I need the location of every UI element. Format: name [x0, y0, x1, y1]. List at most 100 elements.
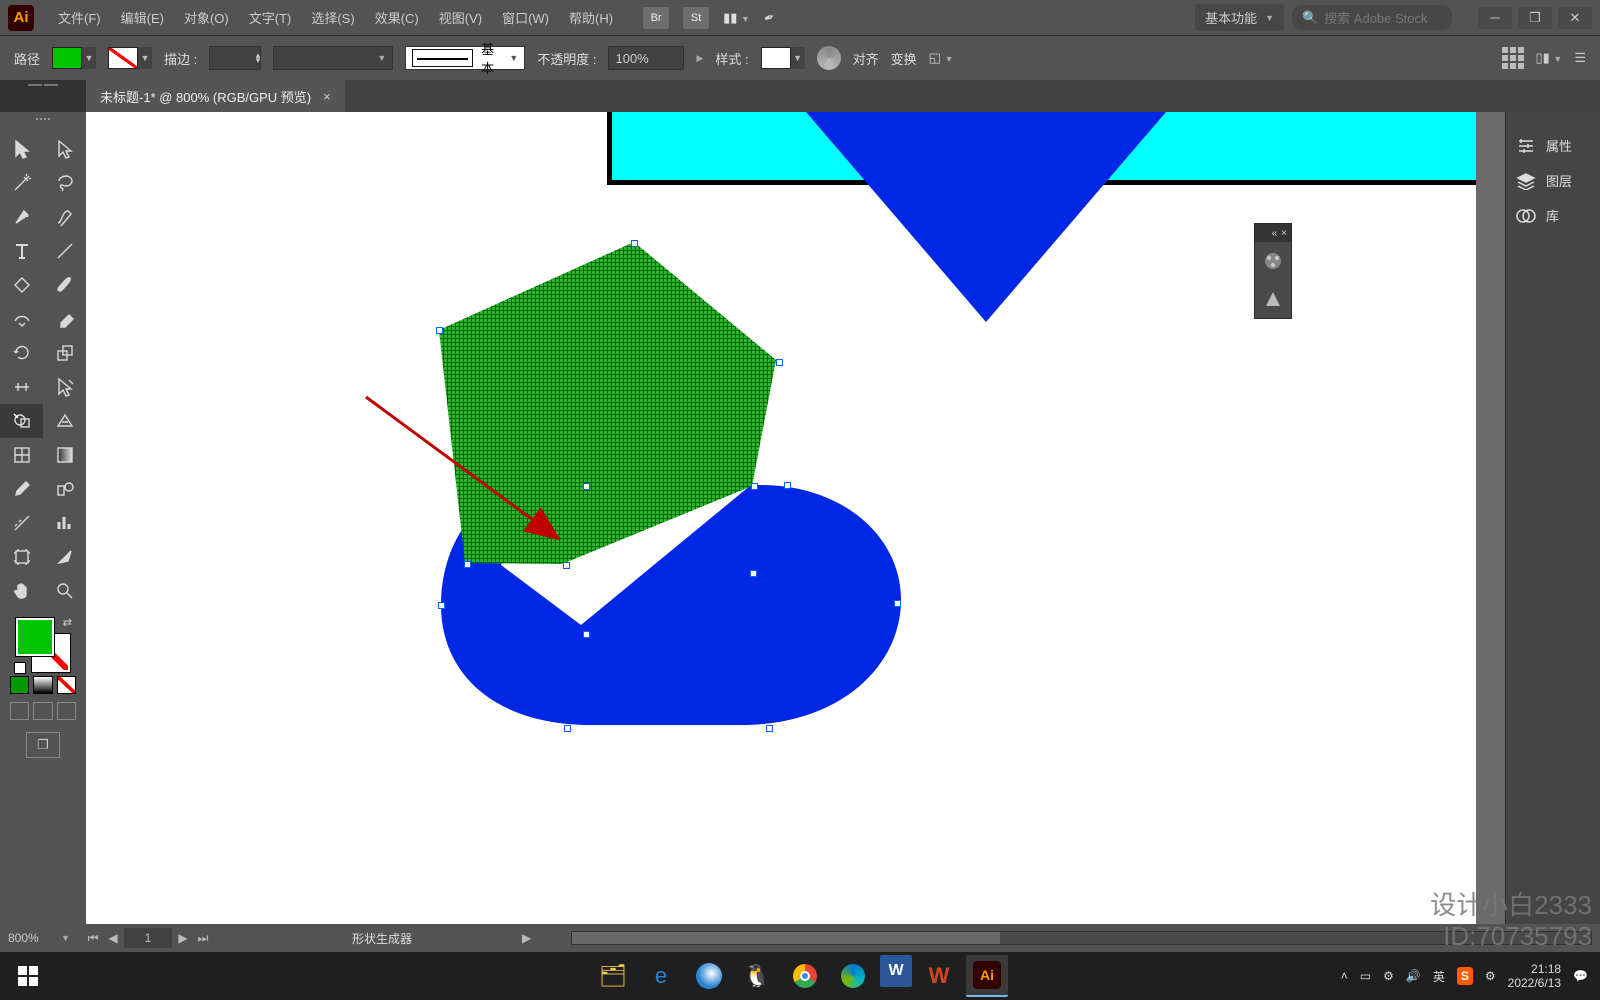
selection-handle[interactable]: [751, 483, 758, 490]
symbol-sprayer-tool[interactable]: [0, 506, 43, 540]
panel-collapse-icon[interactable]: «: [1272, 228, 1278, 239]
color-mode-gradient[interactable]: [33, 676, 52, 694]
first-artboard-icon[interactable]: ⏮: [84, 931, 102, 946]
opacity-slider-toggle[interactable]: ▶: [696, 53, 703, 64]
document-tab[interactable]: 未标题-1* @ 800% (RGB/GPU 预览) ×: [86, 80, 345, 112]
horizontal-scrollbar[interactable]: [571, 931, 1592, 945]
menu-type[interactable]: 文字(T): [241, 4, 300, 31]
prev-artboard-icon[interactable]: ◀: [104, 931, 122, 945]
zoom-level-field[interactable]: 800%▼: [0, 931, 78, 945]
tray-wifi-icon[interactable]: ⚙: [1383, 969, 1394, 983]
tray-ime-label[interactable]: 英: [1433, 968, 1445, 985]
selection-handle[interactable]: [583, 631, 590, 638]
blend-tool[interactable]: [43, 472, 86, 506]
draw-normal-icon[interactable]: [10, 702, 29, 720]
default-fill-stroke-icon[interactable]: [14, 662, 26, 674]
next-artboard-icon[interactable]: ▶: [174, 931, 192, 945]
libraries-panel-button[interactable]: 库: [1506, 198, 1600, 233]
floating-color-panel[interactable]: «×: [1254, 223, 1292, 319]
shape-options-icon[interactable]: ◱ ▼: [929, 50, 954, 66]
brush-definition[interactable]: 基本▼: [405, 46, 525, 70]
stroke-dropdown[interactable]: ▼: [138, 47, 152, 69]
selection-tool[interactable]: [0, 132, 43, 166]
swap-fill-stroke-icon[interactable]: ⇄: [63, 616, 72, 629]
align-label[interactable]: 对齐: [853, 49, 879, 68]
eyedropper-tool[interactable]: [0, 472, 43, 506]
close-tab-icon[interactable]: ×: [323, 89, 331, 104]
type-tool[interactable]: [0, 234, 43, 268]
perspective-grid-tool[interactable]: [43, 404, 86, 438]
stroke-weight-field[interactable]: ▴▾: [209, 46, 261, 70]
tray-battery-icon[interactable]: ▭: [1360, 969, 1371, 983]
selection-handle[interactable]: [436, 327, 443, 334]
shaper-tool[interactable]: [0, 302, 43, 336]
width-tool[interactable]: [0, 370, 43, 404]
fill-dropdown[interactable]: ▼: [82, 47, 96, 69]
recolor-artwork-icon[interactable]: [817, 46, 841, 70]
tray-sogou-icon[interactable]: S: [1457, 967, 1473, 985]
menu-effect[interactable]: 效果(C): [367, 4, 427, 31]
menu-help[interactable]: 帮助(H): [561, 4, 621, 31]
draw-inside-icon[interactable]: [57, 702, 76, 720]
gradient-tool[interactable]: [43, 438, 86, 472]
close-button[interactable]: ✕: [1558, 7, 1592, 29]
color-panel-icon[interactable]: [1255, 242, 1291, 280]
adobe-stock-search[interactable]: 🔍 搜索 Adobe Stock: [1292, 5, 1452, 30]
draw-behind-icon[interactable]: [33, 702, 52, 720]
pen-tool[interactable]: [0, 200, 43, 234]
opacity-field[interactable]: 100%: [608, 46, 684, 70]
transform-label[interactable]: 变换: [891, 49, 917, 68]
panel-close-icon[interactable]: ×: [1281, 228, 1287, 239]
color-mode-none[interactable]: [57, 676, 76, 694]
panel-grip[interactable]: ▸▸: [1506, 112, 1600, 128]
hand-tool[interactable]: [0, 574, 43, 608]
menu-select[interactable]: 选择(S): [303, 4, 362, 31]
tray-chevron-icon[interactable]: ˄: [1341, 969, 1348, 983]
tray-volume-icon[interactable]: 🔊: [1406, 969, 1421, 983]
selection-handle[interactable]: [766, 725, 773, 732]
artboard-number-field[interactable]: 1: [124, 928, 172, 948]
color-guide-icon[interactable]: [1255, 280, 1291, 318]
line-tool[interactable]: [43, 234, 86, 268]
menu-file[interactable]: 文件(F): [50, 4, 109, 31]
maximize-button[interactable]: ❐: [1518, 7, 1552, 29]
style-swatch[interactable]: [761, 47, 791, 69]
align-reference-icon[interactable]: [1502, 47, 1524, 69]
menu-view[interactable]: 视图(V): [431, 4, 490, 31]
selection-handle[interactable]: [776, 359, 783, 366]
isolate-mode-icon[interactable]: ▯▮ ▼: [1536, 50, 1563, 66]
menu-window[interactable]: 窗口(W): [494, 4, 557, 31]
taskbar-edge-legacy-icon[interactable]: e: [640, 955, 682, 997]
fill-stroke-control[interactable]: ⇄: [16, 618, 70, 672]
stock-button[interactable]: St: [683, 7, 709, 29]
column-graph-tool[interactable]: [43, 506, 86, 540]
shape-builder-tool[interactable]: [0, 404, 43, 438]
taskbar-explorer-icon[interactable]: 🗂: [592, 955, 634, 997]
free-transform-tool[interactable]: [43, 370, 86, 404]
properties-panel-button[interactable]: 属性: [1506, 128, 1600, 163]
menu-edit[interactable]: 编辑(E): [113, 4, 172, 31]
status-flyout-icon[interactable]: ▶: [522, 931, 531, 945]
minimize-button[interactable]: ─: [1478, 7, 1512, 29]
tray-notifications-icon[interactable]: 💬: [1573, 969, 1588, 983]
tray-settings-icon[interactable]: ⚙: [1485, 969, 1496, 983]
taskbar-illustrator-icon[interactable]: Ai: [966, 955, 1008, 997]
zoom-tool[interactable]: [43, 574, 86, 608]
paintbrush-tool[interactable]: [43, 268, 86, 302]
arrange-docs-button[interactable]: ▮▮ ▼: [723, 10, 750, 26]
taskbar-edge-icon[interactable]: [832, 955, 874, 997]
taskbar-word-icon[interactable]: W: [880, 955, 912, 987]
start-button[interactable]: [0, 952, 56, 1000]
selection-handle[interactable]: [438, 602, 445, 609]
gpu-preview-icon[interactable]: ✒: [761, 8, 777, 27]
taskbar-wps-icon[interactable]: W: [918, 955, 960, 997]
stroke-swatch[interactable]: [108, 47, 138, 69]
workspace-switcher[interactable]: 基本功能▼: [1195, 4, 1284, 31]
selection-handle[interactable]: [564, 725, 571, 732]
curvature-tool[interactable]: [43, 200, 86, 234]
slice-tool[interactable]: [43, 540, 86, 574]
selection-handle[interactable]: [784, 482, 791, 489]
bridge-button[interactable]: Br: [643, 7, 669, 29]
fill-swatch[interactable]: [52, 47, 82, 69]
style-dropdown[interactable]: ▼: [791, 47, 805, 69]
